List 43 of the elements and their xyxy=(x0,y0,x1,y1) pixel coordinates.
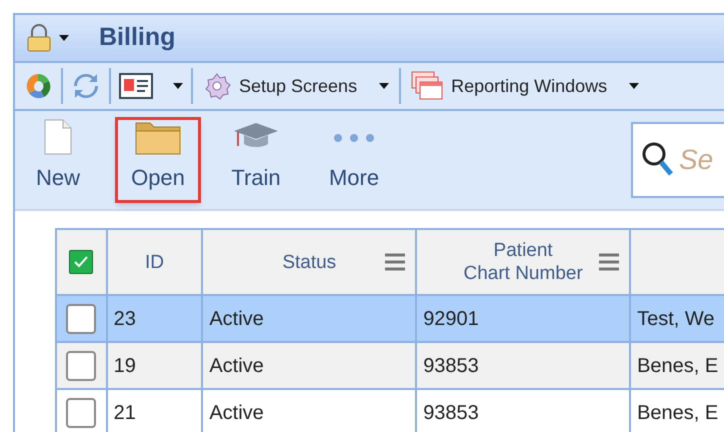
table-cell: 93853 xyxy=(423,354,479,376)
caret-icon xyxy=(379,83,390,89)
more-icon xyxy=(331,132,377,142)
refresh-icon[interactable] xyxy=(71,71,101,101)
document-icon xyxy=(44,119,72,155)
table-cell: Active xyxy=(209,354,264,376)
gear-icon xyxy=(203,72,231,100)
row-checkbox[interactable] xyxy=(66,304,96,334)
caret-icon xyxy=(173,83,183,89)
check-icon xyxy=(74,256,88,268)
caret-icon xyxy=(629,83,640,89)
table-cell: Active xyxy=(209,402,264,424)
select-all-checkbox[interactable] xyxy=(69,250,94,274)
toolbar-dropdown[interactable]: Setup Screens xyxy=(201,72,392,100)
ribbon-button[interactable]: More xyxy=(311,117,397,203)
table-cell: Benes, E xyxy=(637,354,718,376)
table-cell: Test, We xyxy=(637,308,715,330)
padlock-icon[interactable] xyxy=(27,24,51,52)
table-row[interactable]: 23 Active 92901 Test, We xyxy=(56,295,724,342)
window-title: Billing xyxy=(99,22,176,54)
table-cell: Benes, E xyxy=(637,402,718,424)
contact-card-icon[interactable] xyxy=(119,72,153,100)
table-row[interactable]: 21 Active 93853 Benes, E xyxy=(56,389,724,432)
caret-icon xyxy=(59,35,69,41)
column-header[interactable]: Patient Chart Number xyxy=(416,229,630,295)
toolbar-dropdown[interactable]: Reporting Windows xyxy=(409,71,642,101)
search-field[interactable]: Se xyxy=(679,139,719,181)
menu-icon[interactable] xyxy=(385,252,406,272)
table-cell: Active xyxy=(209,308,264,330)
ribbon-button[interactable]: Train xyxy=(213,117,299,203)
windows-stack-icon xyxy=(411,71,444,101)
ribbon-button[interactable]: New xyxy=(15,117,101,203)
menu-icon[interactable] xyxy=(599,252,620,272)
row-checkbox[interactable] xyxy=(66,350,96,381)
table-cell: 23 xyxy=(114,308,136,330)
table-cell: 21 xyxy=(114,402,136,424)
column-header[interactable]: Status xyxy=(202,229,416,295)
table-cell: 19 xyxy=(114,354,136,376)
ribbon-button[interactable]: Open xyxy=(115,117,201,203)
table-cell: 93853 xyxy=(423,402,479,424)
table-row[interactable]: 19 Active 93853 Benes, E xyxy=(56,342,724,389)
table-cell: 92901 xyxy=(423,308,479,330)
row-checkbox[interactable] xyxy=(66,398,96,428)
